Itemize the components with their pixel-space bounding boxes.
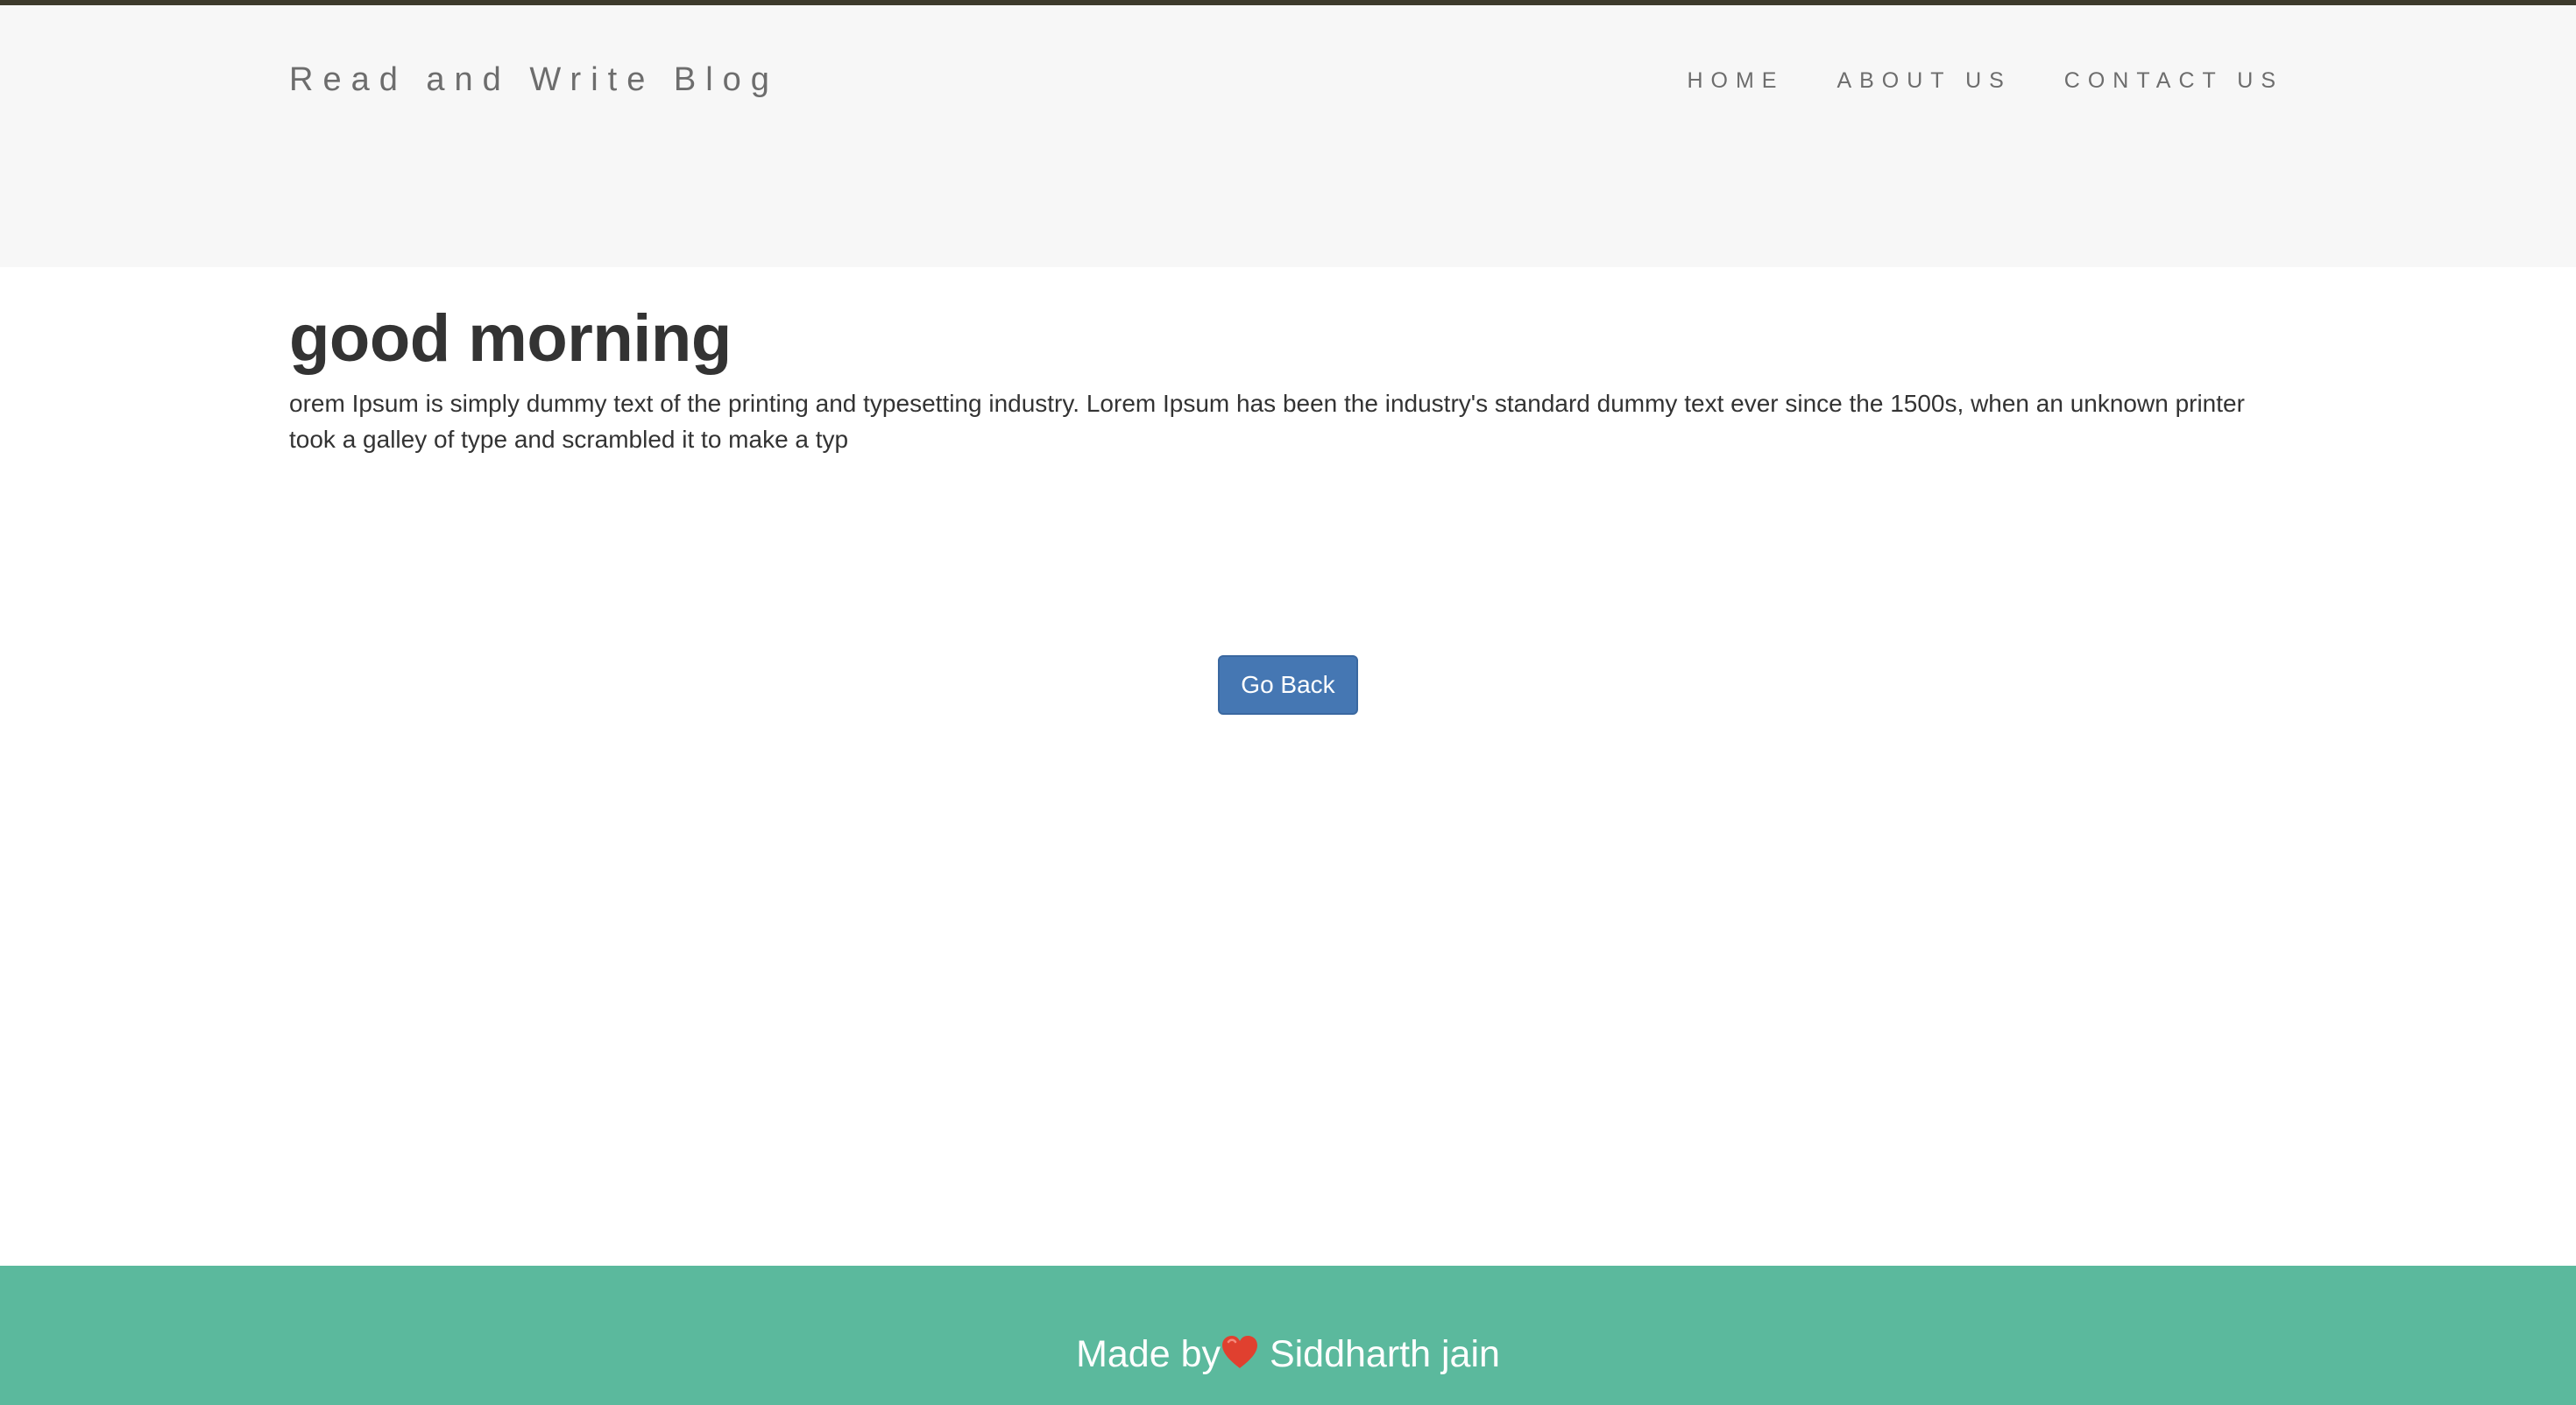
post-body: orem Ipsum is simply dummy text of the p… bbox=[289, 390, 2245, 453]
footer-made-by: Made by bbox=[1076, 1333, 1221, 1375]
go-back-button[interactable]: Go Back bbox=[1218, 655, 1358, 715]
nav-item-contact-us: CONTACT US bbox=[2064, 63, 2283, 98]
footer: Made by Siddharth jain bbox=[0, 1266, 2576, 1405]
nav-link-contact-us[interactable]: CONTACT US bbox=[2064, 63, 2283, 98]
footer-credit: Made by Siddharth jain bbox=[0, 1330, 2576, 1379]
footer-author: Siddharth jain bbox=[1269, 1333, 1500, 1375]
navbar: Read and Write Blog HOME ABOUT US CONTAC… bbox=[0, 5, 2576, 267]
nav-menu: HOME ABOUT US CONTACT US bbox=[1687, 63, 2283, 98]
nav-link-home[interactable]: HOME bbox=[1687, 63, 1784, 98]
heart-icon bbox=[1222, 1336, 1257, 1368]
brand-link[interactable]: Read and Write Blog bbox=[289, 58, 779, 102]
nav-link-about-us[interactable]: ABOUT US bbox=[1836, 63, 2011, 98]
nav-item-home: HOME bbox=[1687, 63, 1784, 98]
nav-item-about-us: ABOUT US bbox=[1836, 63, 2011, 98]
post-title: good morning bbox=[289, 301, 732, 376]
post-container: good morning orem Ipsum is simply dummy … bbox=[289, 267, 2287, 457]
